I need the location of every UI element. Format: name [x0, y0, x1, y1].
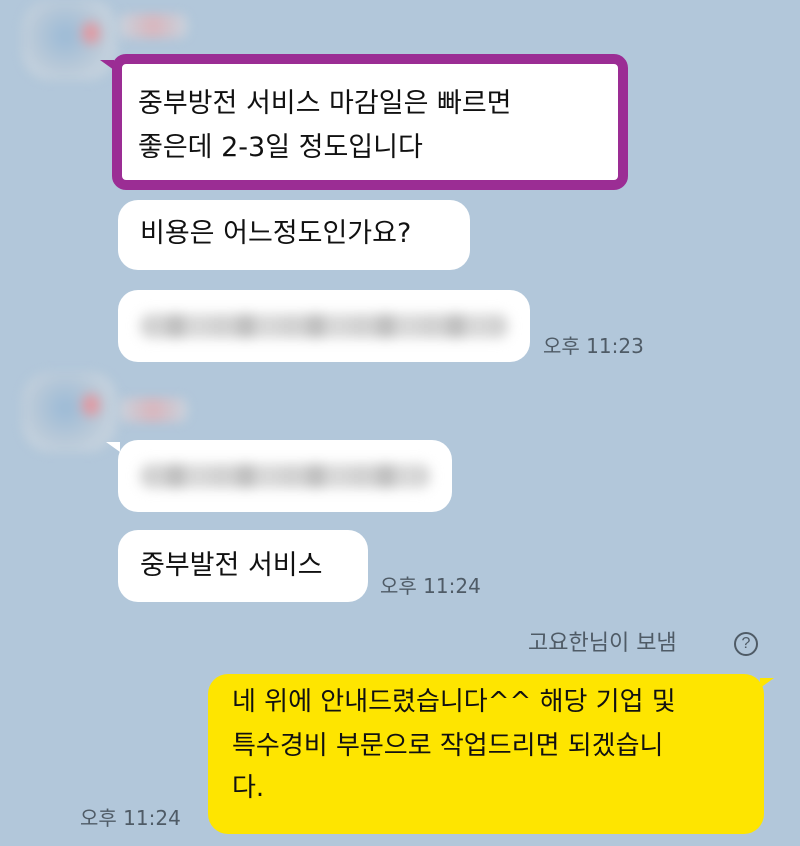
chat-screen: { "messages": { "highlighted": { "line1"…: [0, 0, 800, 846]
sent-by-label: 고요한님이 보냄: [528, 631, 677, 656]
message-text-cost: 비용은 어느정도인가요?: [140, 218, 412, 249]
message-timestamp: 오후 11:23: [543, 334, 644, 358]
blurred-message-bubble[interactable]: [118, 290, 530, 362]
bubble-tail-2: [106, 442, 120, 452]
highlighted-message-line-1: 중부방전 서비스 마감일은 빠르면: [138, 88, 512, 119]
sender-name: [118, 14, 188, 38]
message-text-service: 중부발전 서비스: [140, 550, 323, 581]
outgoing-message-line-3: 다.: [232, 773, 265, 803]
sender-name-2: [118, 398, 188, 422]
message-bubble-service[interactable]: 중부발전 서비스: [118, 530, 368, 602]
highlighted-message-line-2: 좋은데 2-3일 정도입니다: [138, 132, 423, 163]
blurred-text-2: [140, 464, 430, 488]
message-bubble-cost[interactable]: 비용은 어느정도인가요?: [118, 200, 470, 270]
question-circle-icon[interactable]: ?: [734, 632, 758, 656]
outgoing-timestamp: 오후 11:24: [80, 806, 181, 830]
outgoing-message-bubble[interactable]: 네 위에 안내드렸습니다^^ 해당 기업 및 특수경비 부문으로 작업드리면 되…: [208, 674, 764, 834]
blurred-text: [140, 314, 508, 338]
message-timestamp-2: 오후 11:24: [380, 574, 481, 598]
highlighted-message-bubble[interactable]: 중부방전 서비스 마감일은 빠르면 좋은데 2-3일 정도입니다: [112, 54, 628, 190]
outgoing-message-line-1: 네 위에 안내드렸습니다^^ 해당 기업 및: [232, 687, 676, 717]
outgoing-message-line-2: 특수경비 부문으로 작업드리면 되겠습니: [232, 731, 664, 761]
sender-avatar-2[interactable]: [22, 372, 118, 452]
blurred-message-bubble-2[interactable]: [118, 440, 452, 512]
